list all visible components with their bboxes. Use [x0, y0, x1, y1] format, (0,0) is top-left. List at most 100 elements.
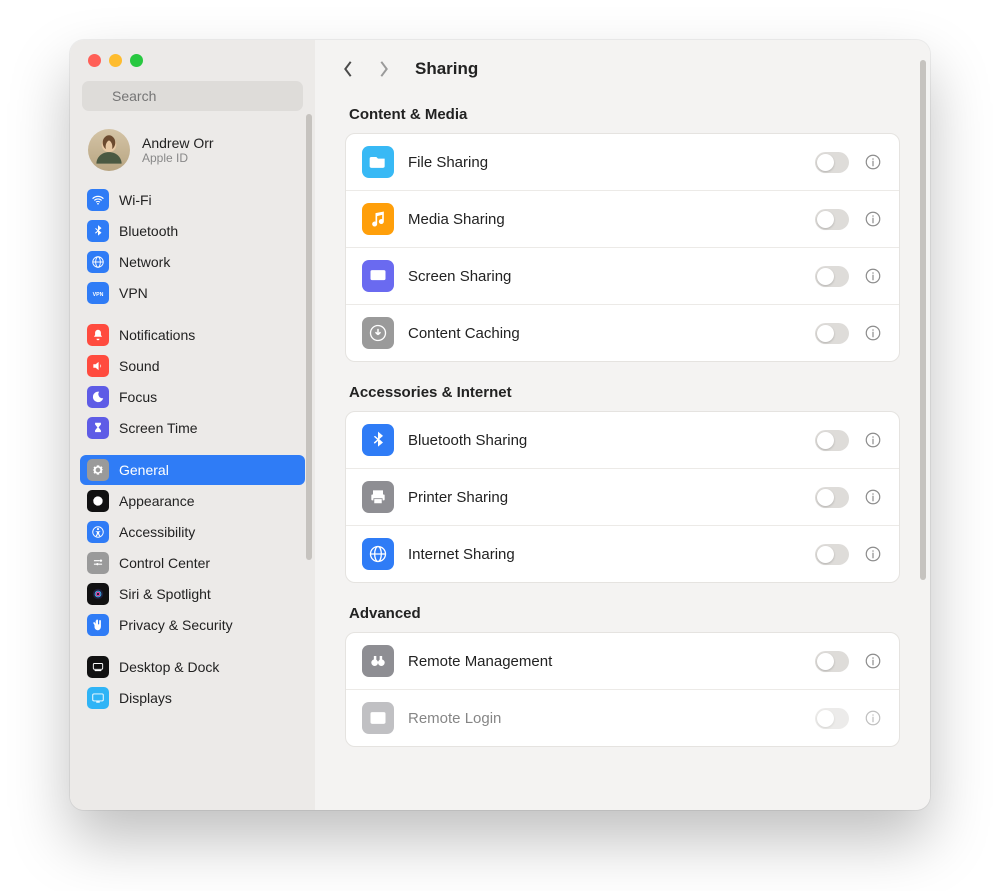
- sidebar-item-notifications[interactable]: Notifications: [80, 320, 305, 350]
- avatar: [88, 129, 130, 171]
- bluetooth-icon: [87, 220, 109, 242]
- sidebar-item-siri-spotlight[interactable]: Siri & Spotlight: [80, 579, 305, 609]
- toggle-media-sharing[interactable]: [815, 209, 849, 230]
- sidebar-item-label: Network: [119, 254, 170, 270]
- row-media-sharing: Media Sharing: [346, 191, 899, 248]
- wifi-icon: [87, 189, 109, 211]
- apple-id-profile[interactable]: Andrew Orr Apple ID: [70, 123, 315, 185]
- sidebar-item-appearance[interactable]: Appearance: [80, 486, 305, 516]
- sidebar-item-control-center[interactable]: Control Center: [80, 548, 305, 578]
- row-label: Screen Sharing: [408, 268, 801, 285]
- row-label: Internet Sharing: [408, 546, 801, 563]
- music-icon: [362, 203, 394, 235]
- row-label: File Sharing: [408, 154, 801, 171]
- minimize-window-button[interactable]: [109, 54, 122, 67]
- info-button[interactable]: [863, 430, 883, 450]
- forward-button[interactable]: [373, 58, 395, 80]
- search-input[interactable]: [82, 81, 303, 111]
- hourglass-icon: [87, 417, 109, 439]
- row-label: Bluetooth Sharing: [408, 432, 801, 449]
- section-title: Accessories & Internet: [349, 384, 896, 401]
- back-button[interactable]: [337, 58, 359, 80]
- toggle-bluetooth-sharing[interactable]: [815, 430, 849, 451]
- toggle-printer-sharing[interactable]: [815, 487, 849, 508]
- download-icon: [362, 317, 394, 349]
- settings-card: File Sharing Media Sharing Screen Sharin…: [345, 133, 900, 362]
- sidebar-item-label: Focus: [119, 389, 157, 405]
- sidebar-item-label: Notifications: [119, 327, 195, 343]
- folder-icon: [362, 146, 394, 178]
- settings-window: Andrew Orr Apple ID Wi-Fi Bluetooth Netw…: [70, 40, 930, 810]
- info-button[interactable]: [863, 487, 883, 507]
- row-bluetooth-sharing: Bluetooth Sharing: [346, 412, 899, 469]
- sidebar-item-sound[interactable]: Sound: [80, 351, 305, 381]
- section-title: Advanced: [349, 605, 896, 622]
- printer-icon: [362, 481, 394, 513]
- toggle-content-caching[interactable]: [815, 323, 849, 344]
- info-button[interactable]: [863, 544, 883, 564]
- screen-icon: [362, 260, 394, 292]
- row-label: Remote Management: [408, 653, 801, 670]
- sidebar-item-label: General: [119, 462, 169, 478]
- toggle-remote-login[interactable]: [815, 708, 849, 729]
- sidebar-item-vpn[interactable]: VPN: [80, 278, 305, 308]
- bluetooth-icon: [362, 424, 394, 456]
- sidebar-item-wi-fi[interactable]: Wi-Fi: [80, 185, 305, 215]
- sidebar-item-accessibility[interactable]: Accessibility: [80, 517, 305, 547]
- sidebar-item-network[interactable]: Network: [80, 247, 305, 277]
- sliders-icon: [87, 552, 109, 574]
- bell-icon: [87, 324, 109, 346]
- sidebar-item-label: Screen Time: [119, 420, 198, 436]
- page-title: Sharing: [415, 59, 478, 79]
- info-button[interactable]: [863, 323, 883, 343]
- terminal-icon: [362, 702, 394, 734]
- chevron-right-icon: [378, 60, 390, 78]
- sidebar-item-label: Accessibility: [119, 524, 195, 540]
- sidebar-item-general[interactable]: General: [80, 455, 305, 485]
- sidebar-item-focus[interactable]: Focus: [80, 382, 305, 412]
- info-button[interactable]: [863, 651, 883, 671]
- gear-icon: [87, 459, 109, 481]
- globe-icon: [87, 251, 109, 273]
- siri-icon: [87, 583, 109, 605]
- chevron-left-icon: [342, 60, 354, 78]
- sidebar-item-label: Wi-Fi: [119, 192, 152, 208]
- row-label: Media Sharing: [408, 211, 801, 228]
- moon-icon: [87, 386, 109, 408]
- sidebar-item-label: Sound: [119, 358, 159, 374]
- info-button[interactable]: [863, 708, 883, 728]
- info-button[interactable]: [863, 266, 883, 286]
- settings-card: Remote Management Remote Login: [345, 632, 900, 747]
- toggle-remote-management[interactable]: [815, 651, 849, 672]
- sidebar-item-privacy-security[interactable]: Privacy & Security: [80, 610, 305, 640]
- sidebar: Andrew Orr Apple ID Wi-Fi Bluetooth Netw…: [70, 40, 315, 810]
- zoom-window-button[interactable]: [130, 54, 143, 67]
- row-internet-sharing: Internet Sharing: [346, 526, 899, 582]
- accessibility-icon: [87, 521, 109, 543]
- sidebar-item-bluetooth[interactable]: Bluetooth: [80, 216, 305, 246]
- section-title: Content & Media: [349, 106, 896, 123]
- content-pane: Sharing Content & Media File Sharing Med…: [315, 40, 930, 810]
- content-scrollbar[interactable]: [920, 60, 926, 580]
- info-button[interactable]: [863, 152, 883, 172]
- sidebar-item-label: Appearance: [119, 493, 195, 509]
- row-content-caching: Content Caching: [346, 305, 899, 361]
- toggle-internet-sharing[interactable]: [815, 544, 849, 565]
- row-label: Remote Login: [408, 710, 801, 727]
- sidebar-item-screen-time[interactable]: Screen Time: [80, 413, 305, 443]
- sidebar-item-displays[interactable]: Displays: [80, 683, 305, 713]
- info-button[interactable]: [863, 209, 883, 229]
- globe-icon: [362, 538, 394, 570]
- toggle-file-sharing[interactable]: [815, 152, 849, 173]
- toggle-screen-sharing[interactable]: [815, 266, 849, 287]
- row-file-sharing: File Sharing: [346, 134, 899, 191]
- sidebar-item-desktop-dock[interactable]: Desktop & Dock: [80, 652, 305, 682]
- content-scroll[interactable]: Content & Media File Sharing Media Shari…: [315, 98, 930, 810]
- profile-name: Andrew Orr: [142, 135, 214, 151]
- sidebar-item-label: VPN: [119, 285, 148, 301]
- close-window-button[interactable]: [88, 54, 101, 67]
- speaker-icon: [87, 355, 109, 377]
- row-label: Content Caching: [408, 325, 801, 342]
- row-label: Printer Sharing: [408, 489, 801, 506]
- sidebar-scrollbar[interactable]: [306, 114, 312, 560]
